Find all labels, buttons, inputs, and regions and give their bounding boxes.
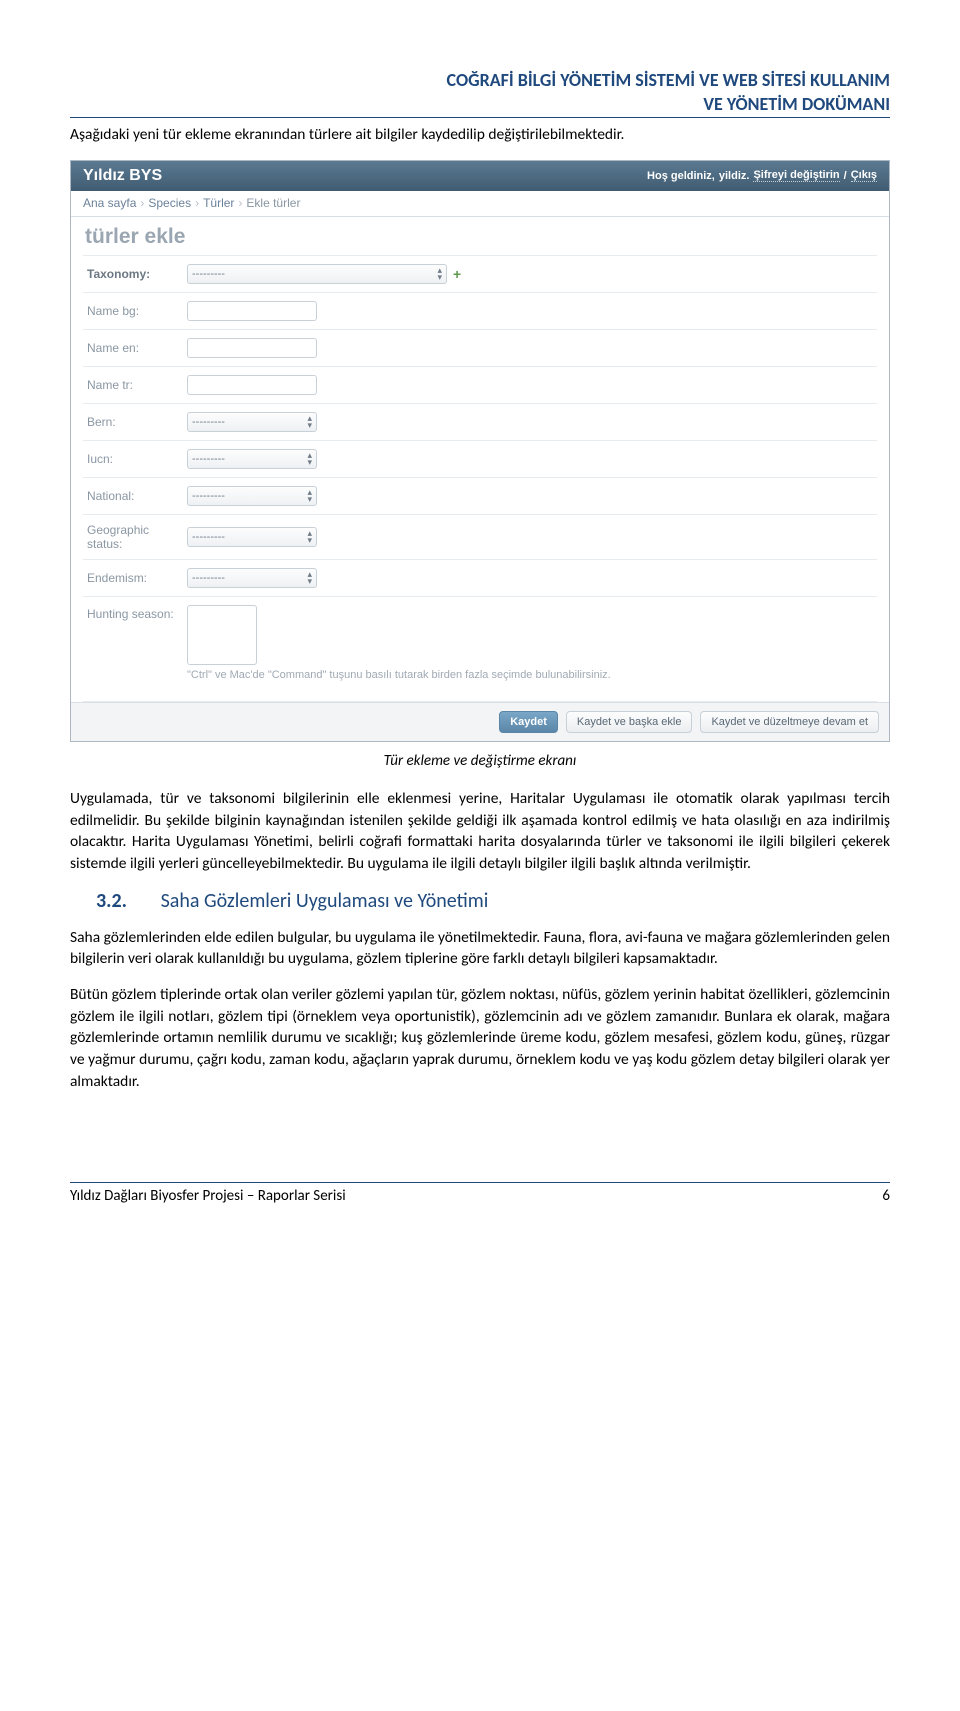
geo-value: --------- <box>192 531 225 543</box>
iucn-value: --------- <box>192 453 225 465</box>
save-add-another-button[interactable]: Kaydet ve başka ekle <box>566 711 693 733</box>
select-arrows-icon: ▴▾ <box>307 415 312 429</box>
breadcrumb: Ana sayfa› Species› Türler› Ekle türler <box>71 191 889 217</box>
name-bg-input[interactable] <box>187 301 317 321</box>
add-taxonomy-icon[interactable]: + <box>453 266 461 282</box>
select-arrows-icon: ▴▾ <box>307 489 312 503</box>
label-name-tr: Name tr: <box>87 378 187 392</box>
taxonomy-value: --------- <box>192 268 225 280</box>
label-hunting-season: Hunting season: <box>87 605 187 621</box>
name-en-input[interactable] <box>187 338 317 358</box>
endemism-select[interactable]: --------- ▴▾ <box>187 568 317 588</box>
body-paragraph-1: Uygulamada, tür ve taksonomi bilgilerini… <box>70 788 890 875</box>
label-iucn: Iucn: <box>87 452 187 466</box>
crumb-turler[interactable]: Türler <box>203 196 234 210</box>
national-select[interactable]: --------- ▴▾ <box>187 486 317 506</box>
header-rule <box>70 117 890 118</box>
label-name-bg: Name bg: <box>87 304 187 318</box>
label-geographic-status: Geographic status: <box>87 523 187 551</box>
select-arrows-icon: ▴▾ <box>307 452 312 466</box>
select-arrows-icon: ▴▾ <box>307 530 312 544</box>
endemism-value: --------- <box>192 572 225 584</box>
crumb-species[interactable]: Species <box>148 196 191 210</box>
save-continue-button[interactable]: Kaydet ve düzeltmeye devam et <box>700 711 879 733</box>
select-arrows-icon: ▴▾ <box>307 571 312 585</box>
geographic-status-select[interactable]: --------- ▴▾ <box>187 527 317 547</box>
hunting-season-multiselect[interactable] <box>187 605 257 665</box>
body-paragraph-3: Bütün gözlem tiplerinde ortak olan veril… <box>70 984 890 1092</box>
app-brand: Yıldız BYS <box>83 167 162 185</box>
section-heading: 3.2. Saha Gözlemleri Uygulaması ve Yönet… <box>96 889 890 913</box>
bern-value: --------- <box>192 416 225 428</box>
taxonomy-select[interactable]: --------- ▴▾ <box>187 264 447 284</box>
section-number: 3.2. <box>96 889 127 913</box>
select-arrows-icon: ▴▾ <box>437 267 442 281</box>
welcome-label: Hoş geldiniz, <box>647 170 715 182</box>
doc-header-line2: VE YÖNETİM DOKÜMANI <box>70 94 890 116</box>
doc-header-line1: COĞRAFİ BİLGİ YÖNETİM SİSTEMİ VE WEB SİT… <box>70 70 890 92</box>
save-button[interactable]: Kaydet <box>499 711 558 733</box>
label-name-en: Name en: <box>87 341 187 355</box>
multiselect-help: "Ctrl" ve Mac'de "Command" tuşunu basılı… <box>187 669 611 681</box>
footer-left: Yıldız Dağları Biyosfer Projesi – Raporl… <box>70 1187 346 1205</box>
iucn-select[interactable]: --------- ▴▾ <box>187 449 317 469</box>
change-password-link[interactable]: Şifreyi değiştirin <box>753 169 839 182</box>
figure-caption: Tür ekleme ve değiştirme ekranı <box>70 752 890 770</box>
logout-link[interactable]: Çıkış <box>851 169 877 182</box>
page-footer: Yıldız Dağları Biyosfer Projesi – Raporl… <box>70 1182 890 1205</box>
crumb-home[interactable]: Ana sayfa <box>83 196 136 210</box>
label-national: National: <box>87 489 187 503</box>
separator: / <box>844 170 847 182</box>
label-bern: Bern: <box>87 415 187 429</box>
label-endemism: Endemism: <box>87 571 187 585</box>
crumb-current: Ekle türler <box>246 196 300 210</box>
button-bar: Kaydet Kaydet ve başka ekle Kaydet ve dü… <box>71 702 889 741</box>
section-title: Saha Gözlemleri Uygulaması ve Yönetimi <box>161 889 489 913</box>
page-title: türler ekle <box>85 225 877 249</box>
label-taxonomy: Taxonomy: <box>87 267 187 281</box>
footer-rule <box>70 1182 890 1183</box>
page-number: 6 <box>882 1187 890 1205</box>
user-tools: Hoş geldiniz, yildiz. Şifreyi değiştirin… <box>647 169 877 182</box>
bern-select[interactable]: --------- ▴▾ <box>187 412 317 432</box>
body-paragraph-2: Saha gözlemlerinden elde edilen bulgular… <box>70 927 890 970</box>
screenshot-panel: Yıldız BYS Hoş geldiniz, yildiz. Şifreyi… <box>70 160 890 742</box>
national-value: --------- <box>192 490 225 502</box>
name-tr-input[interactable] <box>187 375 317 395</box>
intro-paragraph: Aşağıdaki yeni tür ekleme ekranından tür… <box>70 124 890 146</box>
username: yildiz. <box>719 170 750 182</box>
app-topbar: Yıldız BYS Hoş geldiniz, yildiz. Şifreyi… <box>71 161 889 191</box>
